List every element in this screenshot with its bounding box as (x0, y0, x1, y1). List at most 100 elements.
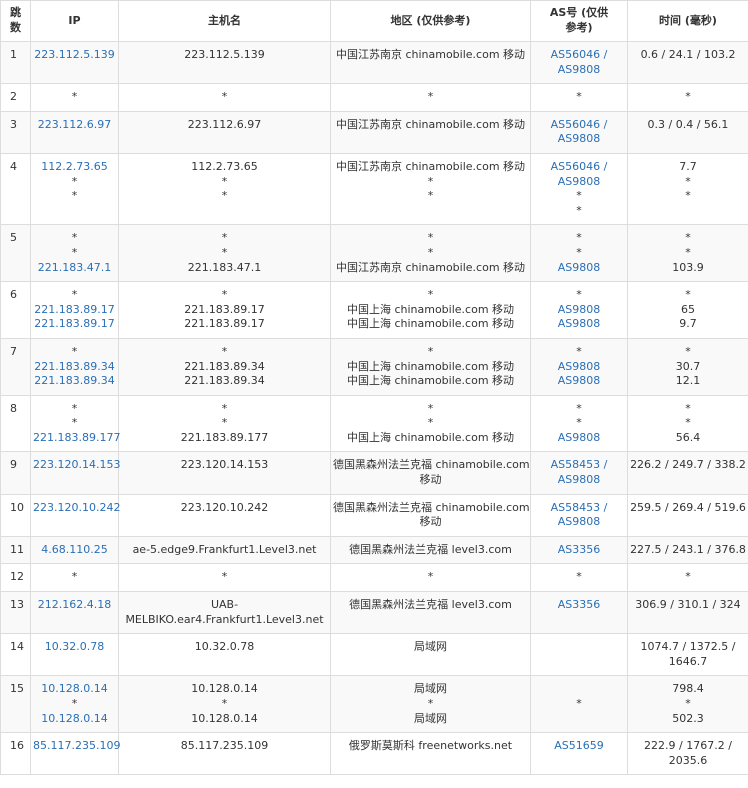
region-text: * (427, 245, 434, 259)
region-cell: * 中国上海 chinamobile.com 移动 中国上海 chinamobile… (330, 337, 531, 396)
hostname: 221.183.89.177 (180, 430, 269, 444)
table-body: 1 223.112.5.139 223.112.5.139 中国江苏南京 chinam… (0, 40, 748, 776)
ip-address-link[interactable]: 85.117.235.109 (33, 739, 120, 754)
hop-number: 4 (0, 152, 31, 226)
as-number-link[interactable]: AS9808 (533, 515, 625, 530)
ip-address-link[interactable]: 221.183.89.17 (33, 303, 116, 318)
table-row: 9 223.120.14.153 223.120.14.153 德国黑森州法兰克福 c… (0, 451, 748, 495)
hostname-cell: * * 221.183.89.177 (118, 394, 331, 453)
region-text: 德国黑森州法兰克福 chinamobile.com (333, 458, 530, 472)
ip-cell: 112.2.73.65 * * (30, 152, 119, 226)
ip-address-link[interactable]: 10.32.0.78 (33, 640, 116, 655)
as-number-link[interactable]: AS51659 (533, 739, 625, 754)
hop-number: 8 (0, 394, 31, 453)
region-text: 中国江苏南京 chinamobile.com 移动 (335, 117, 526, 131)
table-row: 8 * * 221.183.89.177 * * 221.183.89.177 * * 中国上海 … (0, 394, 748, 453)
as-number-link[interactable]: AS9808 (533, 374, 625, 389)
time-cell: 222.9 / 1767.2 /2035.6 (627, 732, 748, 776)
hop-number: 11 (0, 535, 31, 565)
ip-cell: * (30, 563, 119, 593)
hostname: 223.112.5.139 (184, 48, 265, 61)
as-number-link[interactable]: AS56046 / (533, 48, 625, 63)
region-text: * (427, 344, 434, 358)
as-number-link[interactable]: AS9808 (533, 473, 625, 488)
latency-value: 65 (681, 302, 695, 316)
as-number (533, 682, 625, 697)
latency-value: * (685, 174, 691, 188)
hop-number: 10 (0, 493, 31, 537)
as-number: * (576, 401, 582, 415)
ip-cell: 223.120.14.153 (30, 451, 120, 495)
table-row: 15 10.128.0.14 * 10.128.0.14 10.128.0.14 * 10.… (0, 675, 748, 734)
hostname: * (221, 416, 228, 430)
as-number-link[interactable]: AS9808 (533, 261, 625, 276)
as-cell: AS58453 /AS9808 (530, 493, 628, 537)
ip-address-link[interactable]: 223.120.10.242 (33, 501, 120, 516)
ip-address-link[interactable]: 10.128.0.14 (33, 712, 116, 727)
as-cell: AS56046 /AS9808 (530, 40, 628, 85)
ip-cell: 223.112.5.139 (30, 40, 119, 85)
traceroute-table: 跳数 IP 主机名 地区 (仅供参考) AS号 (仅供参考) 时间 (毫秒) 1… (0, 0, 748, 776)
table-row: 16 85.117.235.109 85.117.235.109 俄罗斯莫斯科 fre… (0, 732, 748, 776)
region-cell: 俄罗斯莫斯科 freenetworks.net (330, 732, 531, 776)
as-number-link[interactable]: AS9808 (533, 303, 625, 318)
ip-address: * (71, 401, 78, 415)
as-number-link[interactable]: AS9808 (533, 132, 625, 147)
hostname-cell: 85.117.235.109 (118, 732, 331, 776)
time-cell: * * 103.9 (627, 224, 748, 283)
as-number-link[interactable]: AS56046 / (533, 118, 625, 133)
time-cell: * (627, 563, 748, 593)
ip-address-link[interactable]: 221.183.47.1 (33, 261, 116, 276)
as-number-link[interactable]: AS9808 (533, 63, 625, 78)
ip-address-link[interactable]: 10.128.0.14 (33, 682, 116, 697)
latency-value: 227.5 / 243.1 / 376.8 (630, 542, 746, 556)
table-row: 14 10.32.0.78 10.32.0.78 局域网 1074.7 / 1372.5… (0, 633, 748, 677)
ip-address-link[interactable]: 112.2.73.65 (33, 160, 116, 175)
ip-address-link[interactable]: 221.183.89.34 (33, 374, 116, 389)
region-cell: 中国江苏南京 chinamobile.com 移动 (330, 40, 531, 85)
col-header-time: 时间 (毫秒) (627, 0, 748, 42)
region-text: 移动 (419, 473, 442, 487)
latency-value: 103.9 (672, 260, 704, 274)
time-cell: 7.7 * * (627, 152, 748, 226)
latency-value: * (685, 697, 691, 710)
as-number-link[interactable]: AS3356 (533, 543, 625, 558)
as-number-link[interactable]: AS58453 / (533, 458, 625, 473)
as-number-link[interactable]: AS9808 (533, 360, 625, 375)
ip-address-link[interactable]: 221.183.89.177 (33, 431, 120, 446)
ip-address-link[interactable]: 221.183.89.17 (33, 317, 116, 332)
hostname: 221.183.47.1 (187, 260, 262, 274)
as-number: * (576, 697, 582, 710)
region-text: * (427, 697, 434, 710)
as-number-link[interactable]: AS56046 / (533, 160, 625, 175)
ip-address-link[interactable]: 4.68.110.25 (33, 543, 116, 558)
region-text: 移动 (419, 515, 442, 529)
ip-cell: * * 221.183.89.177 (30, 394, 120, 453)
latency-value: 502.3 (672, 711, 704, 725)
region-text: 中国上海 chinamobile.com 移动 (346, 374, 515, 388)
hop-number: 13 (0, 591, 31, 635)
as-number-link[interactable]: AS9808 (533, 317, 625, 332)
region-text: 中国上海 chinamobile.com 移动 (346, 302, 515, 316)
hostname-cell: * (118, 563, 331, 593)
hop-number: 12 (0, 563, 31, 593)
as-number-link[interactable]: AS58453 / (533, 501, 625, 516)
ip-address: * (71, 245, 78, 259)
latency-value: * (685, 416, 691, 430)
ip-address: * (71, 344, 78, 358)
ip-cell: 85.117.235.109 (30, 732, 120, 776)
as-number-link[interactable]: AS3356 (533, 598, 625, 613)
ip-address-link[interactable]: 223.112.6.97 (33, 118, 116, 133)
ip-address-link[interactable]: 223.120.14.153 (33, 458, 120, 473)
ip-address-link[interactable]: 212.162.4.18 (33, 598, 116, 613)
hostname: 221.183.89.34 (184, 374, 265, 388)
region-cell: 德国黑森州法兰克福 level3.com (330, 535, 531, 565)
time-cell: 259.5 / 269.4 / 519.6 (627, 493, 748, 537)
as-number-link[interactable]: AS9808 (533, 431, 625, 446)
as-number-link[interactable]: AS9808 (533, 175, 625, 190)
region-cell: 中国江苏南京 chinamobile.com 移动 (330, 110, 531, 154)
ip-address-link[interactable]: 223.112.5.139 (33, 48, 116, 63)
latency-value: 798.4 (672, 682, 704, 696)
region-text: 德国黑森州法兰克福 level3.com (349, 598, 512, 612)
ip-address-link[interactable]: 221.183.89.34 (33, 360, 116, 375)
